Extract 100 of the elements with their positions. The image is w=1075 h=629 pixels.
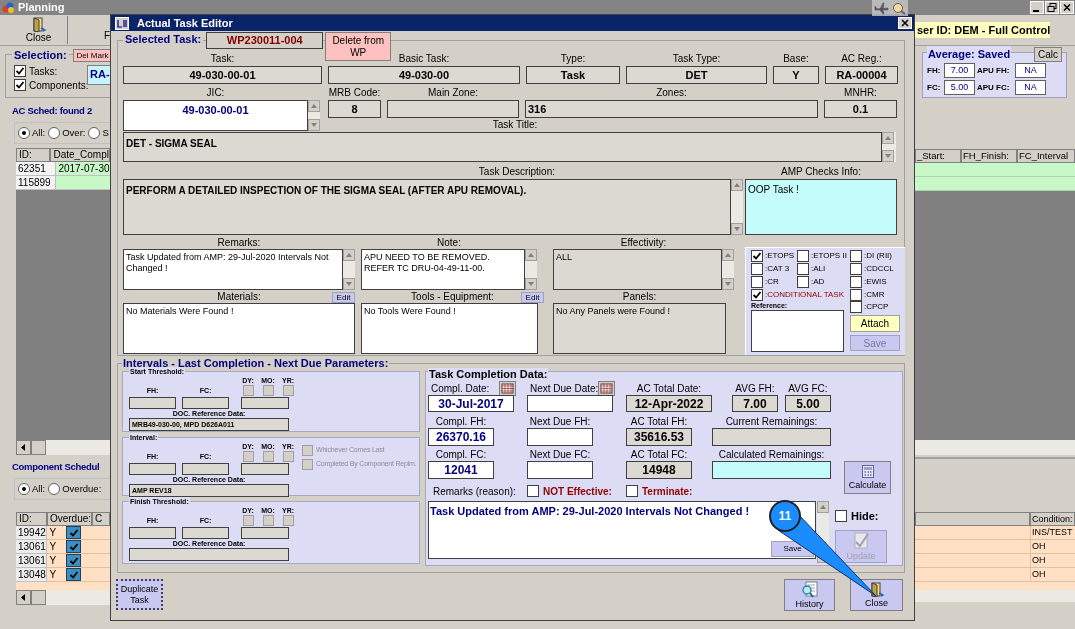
remarks-field[interactable]: Task Updated from AMP: 29-Jul-2020 Intervals Not Changed ! [123, 249, 343, 290]
scroll-down-icon[interactable] [343, 278, 355, 290]
value-field[interactable]: 49-030-00 [328, 66, 520, 84]
radio-button[interactable] [88, 127, 101, 139]
note-field[interactable]: APU NEED TO BE REMOVED. REFER TC DRU-04-49-11-00. [361, 249, 525, 290]
toolbar-button[interactable]: F [74, 16, 110, 44]
scroll-down-icon[interactable] [882, 149, 894, 162]
scrollbar[interactable] [343, 249, 355, 290]
value-field[interactable] [527, 395, 613, 412]
checkbox[interactable] [797, 276, 809, 288]
checkbox[interactable] [242, 385, 254, 396]
checkbox[interactable] [282, 385, 294, 396]
close-button[interactable] [1060, 1, 1074, 14]
checkbox[interactable] [262, 515, 274, 526]
radio-button[interactable] [18, 483, 30, 495]
scroll-up-icon[interactable] [817, 501, 829, 513]
checkbox[interactable] [282, 451, 294, 462]
search-icon[interactable] [892, 1, 907, 15]
reference-field[interactable] [751, 310, 844, 352]
calendar-icon[interactable] [499, 381, 516, 396]
checkbox[interactable] [797, 263, 809, 275]
scroll-thumb[interactable] [31, 440, 46, 455]
scrollbar[interactable] [308, 100, 320, 131]
scrollbar[interactable] [915, 590, 1075, 602]
value-field[interactable]: 7.00 [732, 395, 778, 412]
value-field[interactable] [241, 527, 289, 539]
restore-button[interactable] [1045, 1, 1059, 14]
scroll-down-icon[interactable] [722, 278, 734, 290]
close-button[interactable]: Close [10, 16, 68, 44]
value-field[interactable] [182, 527, 229, 539]
wp-field[interactable]: WP230011-004 [206, 32, 324, 49]
checkbox[interactable] [751, 263, 763, 275]
scrollbar[interactable] [16, 590, 110, 605]
checkbox[interactable] [66, 540, 82, 553]
scroll-down-icon[interactable] [308, 119, 320, 131]
close-button[interactable] [898, 17, 912, 29]
checkbox[interactable] [850, 263, 862, 275]
scroll-thumb[interactable] [31, 590, 46, 605]
value-field[interactable]: NA [1015, 63, 1046, 78]
jic-field[interactable]: 49-030-00-01 [123, 100, 308, 131]
checkbox[interactable] [751, 276, 763, 288]
value-field[interactable] [241, 397, 289, 409]
value-field[interactable]: 5.00 [785, 395, 831, 412]
value-field[interactable]: 5.00 [944, 80, 975, 95]
checkbox[interactable] [626, 485, 638, 497]
checkbox[interactable] [850, 250, 862, 262]
calc-button[interactable]: Calc [1034, 46, 1062, 62]
checkbox[interactable] [66, 554, 82, 567]
checkbox[interactable] [751, 250, 763, 262]
value-field[interactable] [387, 100, 519, 118]
scrollbar[interactable] [16, 440, 110, 455]
ac-reg-field[interactable]: RA- [87, 65, 110, 85]
value-field[interactable]: DET [626, 66, 767, 84]
calculate-button[interactable]: Calculate [844, 461, 891, 494]
description-field[interactable]: PERFORM A DETAILED INSPECTION OF THE SIGMA SEAL (AFTER APU REMOVAL). [123, 178, 731, 235]
value-field[interactable]: 30-Jul-2017 [428, 395, 514, 412]
radio-button[interactable] [48, 483, 61, 495]
task-title-field[interactable]: DET - SIGMA SEAL [123, 132, 882, 162]
checkbox[interactable] [14, 65, 26, 77]
value-field[interactable]: 0.1 [824, 100, 897, 118]
value-field[interactable]: 316 [525, 100, 818, 118]
scroll-left-icon[interactable] [16, 590, 31, 605]
value-field[interactable]: 49-030-00-01 [123, 66, 322, 84]
scroll-up-icon[interactable] [308, 100, 320, 112]
scroll-up-icon[interactable] [722, 249, 734, 261]
delete-button[interactable]: Delete from WP [325, 32, 392, 61]
value-field[interactable] [527, 428, 593, 446]
checkbox[interactable] [797, 250, 809, 262]
value-field[interactable] [182, 463, 229, 475]
value-field[interactable]: NA [1015, 80, 1046, 95]
radio-button[interactable] [48, 127, 61, 139]
panels-field[interactable]: No Any Panels were Found ! [553, 303, 726, 354]
checkbox[interactable] [835, 510, 847, 523]
value-field[interactable]: Y [773, 66, 819, 84]
del-mark-button[interactable]: Del Mark [72, 48, 110, 62]
value-field[interactable] [241, 463, 289, 475]
value-field[interactable] [712, 461, 831, 479]
value-field[interactable]: 26370.16 [428, 428, 494, 446]
minimize-button[interactable] [1030, 1, 1044, 14]
scrollbar[interactable] [915, 440, 1075, 455]
airplane-icon[interactable] [873, 1, 889, 15]
checkbox[interactable] [242, 451, 254, 462]
scroll-up-icon[interactable] [882, 132, 894, 144]
value-field[interactable]: 12-Apr-2022 [626, 395, 712, 412]
close-button[interactable]: Close [850, 578, 903, 611]
effectivity-field[interactable]: ALL [553, 249, 722, 290]
scrollbar[interactable] [525, 249, 537, 290]
history-button[interactable]: History [784, 578, 835, 611]
value-field[interactable]: 7.00 [944, 63, 975, 78]
scrollbar[interactable] [722, 249, 734, 290]
value-field[interactable]: RA-00004 [825, 66, 898, 84]
checkbox[interactable] [751, 289, 763, 301]
value-field[interactable] [129, 527, 176, 539]
scroll-up-icon[interactable] [343, 249, 355, 261]
value-field[interactable] [527, 461, 593, 479]
checkbox[interactable] [527, 485, 539, 497]
amp-info-field[interactable]: OOP Task ! [745, 178, 897, 235]
scroll-left-icon[interactable] [16, 440, 31, 455]
value-field[interactable]: 12041 [428, 461, 494, 479]
checkbox[interactable] [850, 276, 862, 288]
